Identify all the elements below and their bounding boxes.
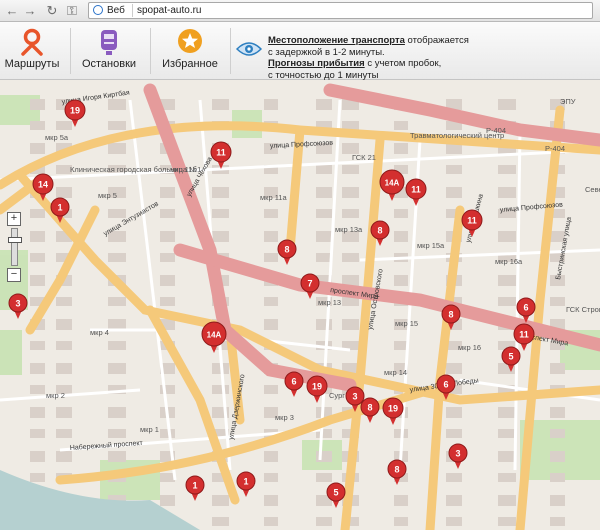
route-number: 11 bbox=[519, 330, 529, 340]
area-label: мкр 3 bbox=[275, 413, 294, 422]
route-number: 3 bbox=[352, 392, 357, 402]
route-number: 14А bbox=[207, 331, 222, 340]
app-toolbar: Маршруты Остановки Избранное Местоположе… bbox=[0, 22, 600, 81]
zoom-out-button[interactable]: − bbox=[7, 268, 21, 282]
routes-label: Маршруты bbox=[4, 58, 60, 70]
zoom-slider[interactable] bbox=[8, 228, 22, 266]
area-label: мкр 15 bbox=[395, 319, 418, 328]
area-label: ГСК Строитель bbox=[566, 305, 600, 314]
route-number: 7 bbox=[307, 279, 312, 289]
route-number: 3 bbox=[15, 299, 20, 309]
url-prefix: Веб bbox=[107, 5, 125, 16]
address-bar[interactable]: Веб spopat-auto.ru bbox=[88, 2, 593, 19]
area-label: мкр 16 bbox=[458, 343, 481, 352]
reload-icon[interactable]: ↻ bbox=[44, 3, 60, 19]
area-label: Клиническая городская больница №1 bbox=[70, 165, 201, 174]
url-divider bbox=[132, 4, 133, 17]
route-number: 6 bbox=[291, 377, 296, 387]
url-text[interactable]: spopat-auto.ru bbox=[137, 3, 202, 18]
route-number: 19 bbox=[70, 106, 80, 116]
area-label: мкр 1 bbox=[140, 425, 159, 434]
route-number: 1 bbox=[57, 203, 62, 213]
area-label: мкр 5 bbox=[98, 191, 117, 200]
star-icon bbox=[178, 29, 202, 53]
route-number: 14А bbox=[385, 179, 400, 188]
key-icon[interactable]: ⚿ bbox=[64, 3, 80, 19]
area-label: мкр 2 bbox=[46, 391, 65, 400]
route-number: 8 bbox=[367, 403, 372, 413]
area-label: ЭПУ bbox=[560, 97, 576, 106]
area-label: мкр 13 bbox=[318, 298, 341, 307]
toolbar-divider bbox=[70, 28, 71, 74]
favorites-button[interactable]: Избранное bbox=[156, 22, 224, 79]
toolbar-divider bbox=[230, 28, 231, 74]
info-line3: с учетом пробок, bbox=[364, 58, 442, 69]
zoom-control[interactable]: + − bbox=[7, 212, 22, 284]
forward-icon[interactable]: → bbox=[22, 3, 38, 19]
area-label: ГСК 21 bbox=[352, 153, 376, 162]
globe-icon bbox=[93, 5, 103, 15]
area-label: мкр 5а bbox=[45, 133, 69, 142]
route-number: 11 bbox=[411, 185, 421, 195]
route-number: 8 bbox=[394, 465, 399, 475]
stops-button[interactable]: Остановки bbox=[76, 22, 142, 79]
area-label: мкр 11а bbox=[260, 193, 287, 202]
route-number: 6 bbox=[523, 303, 528, 313]
info-text: Местоположение транспорта отображается с… bbox=[268, 35, 469, 81]
area-label: мкр 13а bbox=[335, 225, 363, 234]
eye-icon bbox=[236, 42, 262, 56]
area-label: мкр 15а bbox=[417, 241, 445, 250]
bus-stop-icon bbox=[101, 30, 117, 55]
zoom-slider-handle[interactable] bbox=[8, 237, 22, 243]
route-number: 3 bbox=[455, 449, 460, 459]
info-forecast-link[interactable]: Прогнозы прибытия bbox=[268, 58, 365, 69]
info-location-link[interactable]: Местоположение транспорта bbox=[268, 35, 405, 46]
map-view[interactable]: улица Игоря Киртбая улица Профсоюзов улица… bbox=[0, 80, 600, 530]
route-number: 19 bbox=[388, 404, 398, 414]
route-number: 5 bbox=[333, 488, 338, 498]
route-number: 8 bbox=[284, 245, 289, 255]
info-line2: с задержкой в 1-2 минуты. bbox=[268, 46, 385, 58]
area-label: мкр 4 bbox=[90, 328, 109, 337]
area-label: Р-404 bbox=[486, 126, 506, 135]
route-number: 11 bbox=[467, 216, 477, 226]
route-number: 8 bbox=[448, 310, 453, 320]
route-number: 1 bbox=[192, 481, 197, 491]
route-number: 8 bbox=[377, 226, 382, 236]
toolbar-divider bbox=[150, 28, 151, 74]
route-number: 1 bbox=[243, 477, 248, 487]
route-pin-icon bbox=[21, 28, 43, 56]
area-label: Севе bbox=[585, 185, 600, 194]
info-line1: отображается bbox=[404, 35, 469, 46]
zoom-in-button[interactable]: + bbox=[7, 212, 21, 226]
routes-button[interactable]: Маршруты bbox=[0, 22, 64, 79]
route-number: 14 bbox=[38, 180, 48, 190]
area-label: Р-404 bbox=[545, 144, 565, 153]
stops-label: Остановки bbox=[81, 58, 137, 70]
browser-toolbar: ← → ↻ ⚿ Веб spopat-auto.ru bbox=[0, 0, 600, 22]
favorites-label: Избранное bbox=[162, 58, 218, 70]
route-number: 6 bbox=[443, 380, 448, 390]
route-number: 19 bbox=[312, 382, 322, 392]
area-label: Сург bbox=[329, 391, 345, 400]
area-label: мкр 16а bbox=[495, 257, 523, 266]
area-label: мкр 14 bbox=[384, 368, 407, 377]
route-number: 5 bbox=[508, 352, 513, 362]
back-icon[interactable]: ← bbox=[4, 3, 20, 19]
route-number: 11 bbox=[216, 148, 226, 158]
map-canvas[interactable]: улица Игоря Киртбаяулица Профсоюзовулица… bbox=[0, 80, 600, 530]
